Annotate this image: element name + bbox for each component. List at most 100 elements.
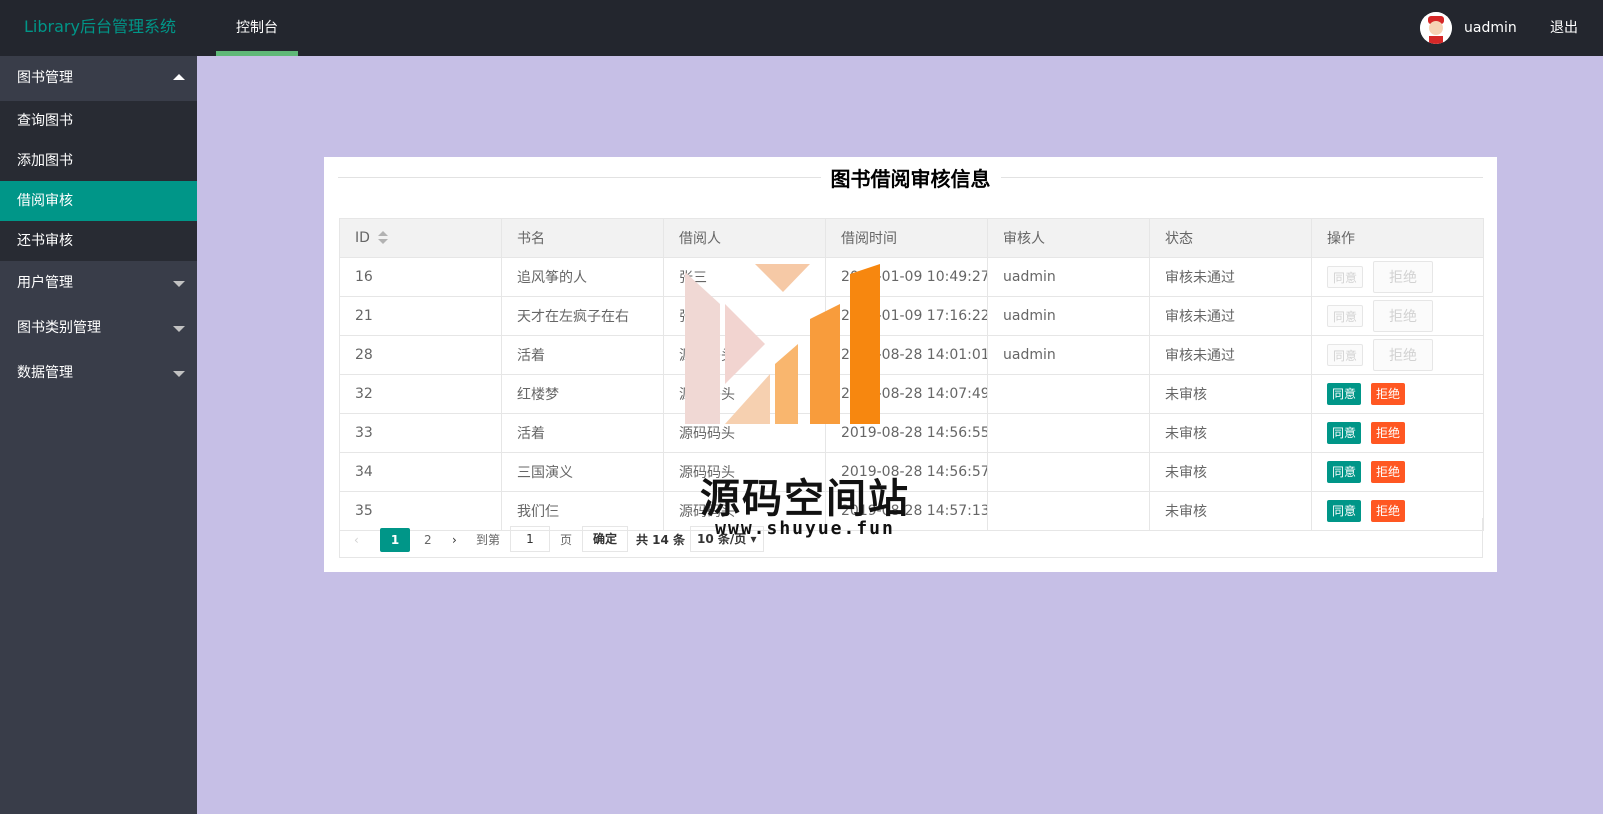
cell-status: 未审核: [1149, 452, 1312, 492]
cell-borrow-time: 2019-01-09 10:49:27: [825, 257, 988, 297]
logout-link[interactable]: 退出: [1550, 0, 1578, 56]
cell-actions: 同意 拒绝: [1311, 452, 1484, 492]
cell-actions: 同意 拒绝: [1311, 296, 1484, 336]
chevron-down-icon: [173, 371, 185, 377]
page-size-select[interactable]: 10 条/页 ▾: [690, 526, 764, 552]
table-row: 32 红楼梦 源码码头 2019-08-28 14:07:49 未审核 同意 拒绝: [339, 374, 1484, 414]
borrow-review-card: 图书借阅审核信息 ID 书名 借阅人 借阅时间 审核人 状态 操作 16 追风筝的…: [324, 157, 1497, 572]
cell-borrow-time: 2019-08-28 14:01:01: [825, 335, 988, 375]
reject-button[interactable]: 拒绝: [1371, 383, 1406, 405]
sort-icon[interactable]: [377, 231, 388, 245]
approve-button[interactable]: 同意: [1327, 422, 1362, 444]
cell-borrower: 源码码头: [663, 452, 826, 492]
sidebar-group-data[interactable]: 数据管理: [0, 351, 197, 396]
reject-button[interactable]: 拒绝: [1371, 461, 1406, 483]
goto-label: 到第: [476, 533, 501, 547]
cell-borrow-time: 2019-08-28 14:07:49: [825, 374, 988, 414]
cell-borrower: 源码码头: [663, 413, 826, 453]
table-header-row: ID 书名 借阅人 借阅时间 审核人 状态 操作: [339, 218, 1484, 258]
approve-button: 同意: [1327, 305, 1364, 327]
page-unit-label: 页: [560, 533, 573, 547]
col-header-id[interactable]: ID: [339, 218, 502, 258]
prev-page-icon[interactable]: ‹: [354, 528, 359, 552]
reject-button[interactable]: 拒绝: [1371, 422, 1406, 444]
app-logo[interactable]: Library后台管理系统: [24, 16, 176, 38]
approve-button: 同意: [1327, 344, 1364, 366]
cell-title: 活着: [501, 413, 664, 453]
cell-actions: 同意 拒绝: [1311, 413, 1484, 453]
top-header: Library后台管理系统 控制台 uadmin 退出: [0, 0, 1603, 56]
sidebar-group-books[interactable]: 图书管理: [0, 56, 197, 101]
page-size-value: 10 条/页: [697, 532, 747, 546]
cell-status: 审核未通过: [1149, 335, 1312, 375]
sidebar-item-add-book[interactable]: 添加图书: [0, 141, 197, 181]
page-1-button[interactable]: 1: [380, 528, 410, 552]
chevron-up-icon: [173, 74, 185, 80]
page-number-input[interactable]: 1: [510, 526, 550, 552]
cell-borrower: 源码码头: [663, 374, 826, 414]
cell-status: 审核未通过: [1149, 296, 1312, 336]
cell-borrower: 张三: [663, 296, 826, 336]
page-2-button[interactable]: 2: [424, 528, 432, 552]
sidebar-item-query-books[interactable]: 查询图书: [0, 101, 197, 141]
pagination: ‹ 1 2 › 到第 1 页 确定 共 14 条 10 条/页 ▾: [339, 518, 1483, 558]
sidebar: 图书管理 查询图书 添加图书 借阅审核 还书审核 用户管理 图书类别管理 数据管…: [0, 56, 197, 814]
reject-button: 拒绝: [1373, 339, 1434, 371]
approve-button: 同意: [1327, 266, 1364, 288]
table-row: 34 三国演义 源码码头 2019-08-28 14:56:57 未审核 同意 拒绝: [339, 452, 1484, 492]
approve-button[interactable]: 同意: [1327, 461, 1362, 483]
nav-dashboard[interactable]: 控制台: [216, 0, 298, 56]
cell-borrow-time: 2019-08-28 14:56:57: [825, 452, 988, 492]
table-row: 16 追风筝的人 张三 2019-01-09 10:49:27 uadmin 审核未通过同…: [339, 257, 1484, 297]
next-page-icon[interactable]: ›: [452, 528, 457, 552]
cell-status: 未审核: [1149, 374, 1312, 414]
col-header-title: 书名: [501, 218, 664, 258]
cell-status: 审核未通过: [1149, 257, 1312, 297]
sidebar-group-label: 用户管理: [17, 275, 73, 291]
nav-dashboard-label: 控制台: [236, 20, 278, 36]
cell-title: 追风筝的人: [501, 257, 664, 297]
cell-borrow-time: 2019-08-28 14:56:55: [825, 413, 988, 453]
goto-confirm-button[interactable]: 确定: [582, 526, 629, 552]
sidebar-group-label: 图书管理: [17, 70, 73, 86]
page-title: 图书借阅审核信息: [324, 163, 1497, 192]
cell-title: 天才在左疯子在右: [501, 296, 664, 336]
cell-borrower: 源码码头: [663, 335, 826, 375]
col-header-borrow-time: 借阅时间: [825, 218, 988, 258]
cell-id: 21: [339, 296, 502, 336]
sidebar-group-label: 图书类别管理: [17, 320, 101, 336]
borrow-table: ID 书名 借阅人 借阅时间 审核人 状态 操作 16 追风筝的人 张三 2019-0…: [339, 218, 1484, 531]
cell-reviewer: uadmin: [987, 257, 1150, 297]
sidebar-group-users[interactable]: 用户管理: [0, 261, 197, 306]
col-header-status: 状态: [1149, 218, 1312, 258]
table-row: 33 活着 源码码头 2019-08-28 14:56:55 未审核 同意 拒绝: [339, 413, 1484, 453]
page-title-text: 图书借阅审核信息: [820, 167, 1001, 191]
cell-reviewer: uadmin: [987, 296, 1150, 336]
cell-actions: 同意 拒绝: [1311, 374, 1484, 414]
sidebar-group-categories[interactable]: 图书类别管理: [0, 306, 197, 351]
sidebar-item-return-review[interactable]: 还书审核: [0, 221, 197, 261]
col-header-borrower: 借阅人: [663, 218, 826, 258]
sidebar-item-borrow-review[interactable]: 借阅审核: [0, 181, 197, 221]
col-header-label: ID: [355, 230, 370, 246]
total-count: 共 14 条: [636, 533, 686, 547]
sidebar-group-label: 数据管理: [17, 365, 73, 381]
sidebar-submenu-books: 查询图书 添加图书 借阅审核 还书审核: [0, 101, 197, 261]
avatar[interactable]: [1420, 12, 1452, 44]
cell-status: 未审核: [1149, 413, 1312, 453]
chevron-down-icon: [173, 281, 185, 287]
approve-button[interactable]: 同意: [1327, 383, 1362, 405]
cell-title: 活着: [501, 335, 664, 375]
nav-active-bar: [216, 51, 298, 56]
cell-id: 34: [339, 452, 502, 492]
avatar-icon: [1420, 12, 1452, 44]
chevron-down-icon: ▾: [750, 532, 757, 546]
cell-id: 32: [339, 374, 502, 414]
username[interactable]: uadmin: [1464, 0, 1517, 56]
cell-reviewer: uadmin: [987, 335, 1150, 375]
reject-button: 拒绝: [1373, 261, 1434, 293]
col-header-actions: 操作: [1311, 218, 1484, 258]
col-header-reviewer: 审核人: [987, 218, 1150, 258]
cell-title: 红楼梦: [501, 374, 664, 414]
cell-reviewer: [987, 374, 1150, 414]
